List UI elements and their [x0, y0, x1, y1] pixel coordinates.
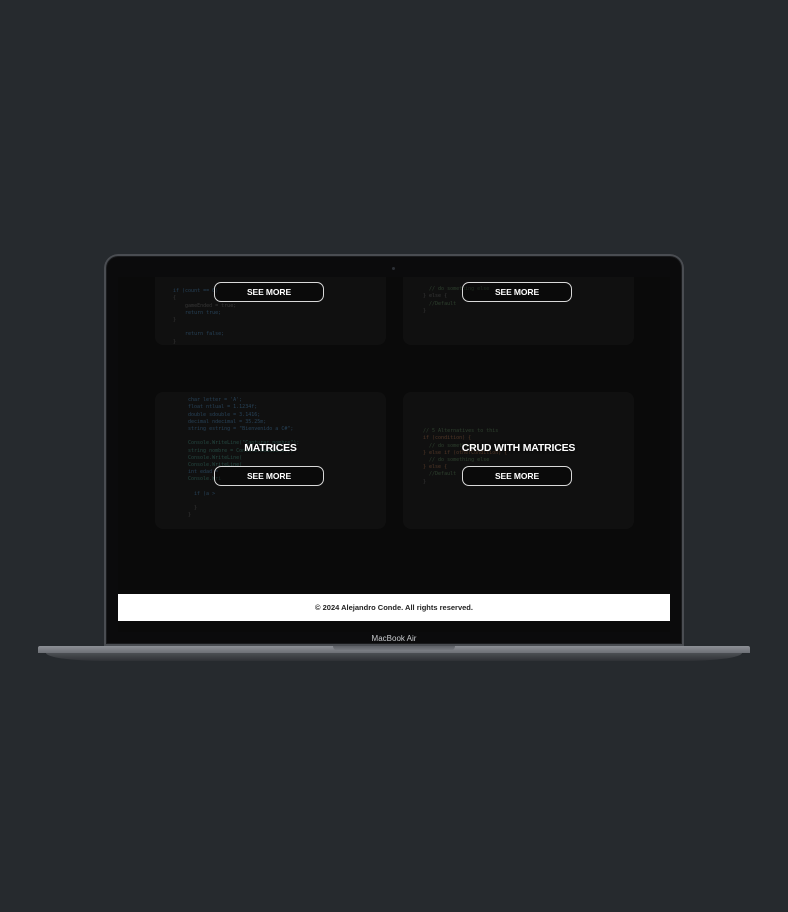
base-bottom — [46, 653, 742, 661]
see-more-button[interactable]: SEE MORE — [214, 466, 324, 486]
card-title: MATRICES — [244, 442, 297, 454]
laptop-base — [38, 646, 750, 662]
copyright-text: © 2024 Alejandro Conde. All rights reser… — [315, 603, 473, 612]
see-more-button[interactable]: SEE MORE — [462, 466, 572, 486]
card-overlay — [155, 392, 386, 529]
project-card-top-left: if (count == 0) { gameEnded = true; retu… — [155, 277, 386, 345]
laptop-screen: if (count == 0) { gameEnded = true; retu… — [118, 277, 670, 632]
trackpad-notch — [333, 646, 455, 651]
project-card-crud-with-matrices: // 5 Alternatives to this if (condition)… — [403, 392, 634, 529]
site-footer: © 2024 Alejandro Conde. All rights reser… — [118, 594, 670, 621]
model-label: MacBook Air — [371, 634, 417, 643]
see-more-button[interactable]: SEE MORE — [462, 282, 572, 302]
see-more-button[interactable]: SEE MORE — [214, 282, 324, 302]
card-overlay — [403, 392, 634, 529]
project-card-top-right: // do something else } else { //Default … — [403, 277, 634, 345]
card-title: CRUD WITH MATRICES — [461, 442, 576, 454]
camera-icon — [392, 267, 395, 270]
project-card-matrices: char letter = 'A'; float ntlual = 1.1234… — [155, 392, 386, 529]
